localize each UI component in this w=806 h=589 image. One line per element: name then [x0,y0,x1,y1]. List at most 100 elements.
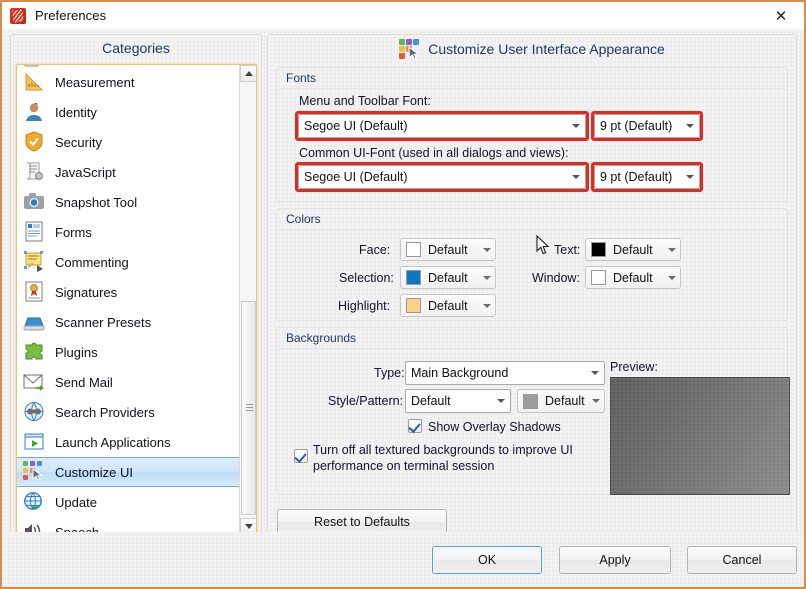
show-overlay-shadows-checkbox[interactable] [408,419,422,433]
sidebar-item-identity[interactable]: Identity [17,97,239,127]
backgrounds-group: Backgrounds Type: Main Background Style/… [276,327,790,495]
scroll-up-button[interactable] [240,65,256,82]
sidebar-item-update[interactable]: Update [17,487,239,517]
sidebar-item-label: Security [55,134,102,150]
menu-font-value: Segoe UI (Default) [304,119,408,133]
chevron-down-icon[interactable] [567,115,585,137]
commenting-icon [23,251,47,273]
face-color-combo[interactable]: Default [400,238,496,261]
chevron-down-icon[interactable] [681,166,699,188]
identity-icon [23,101,47,123]
chevron-down-icon[interactable] [567,166,585,188]
window-label: Window: [532,271,580,285]
sidebar-item-label: Forms [55,224,92,240]
chevron-down-icon[interactable] [681,115,699,137]
sidebar-item-label: Update [55,494,97,510]
menu-font-combo[interactable]: Segoe UI (Default) [298,114,586,138]
style-pattern-value: Default [411,394,451,408]
forms-icon [23,221,47,243]
fonts-group: Fonts Menu and Toolbar Font: Segoe UI (D… [276,67,788,202]
menu-font-size-combo[interactable]: 9 pt (Default) [594,114,700,138]
chevron-down-icon[interactable] [478,275,495,280]
convert-from-pdf-icon [23,65,47,70]
turn-off-textured-backgrounds-label: Turn off all textured backgrounds to imp… [313,443,573,473]
categories-list: Convert from PDF Measurement Identity [17,65,239,535]
style-pattern-color-value: Default [545,394,585,408]
window-color-combo[interactable]: Default [585,266,681,289]
page-title: Customize User Interface Appearance [428,41,665,57]
cancel-button[interactable]: Cancel [687,546,797,574]
highlight-color-swatch [406,298,421,313]
highlight-color-combo[interactable]: Default [400,294,496,317]
sidebar-item-snapshot-tool[interactable]: Snapshot Tool [17,187,239,217]
chevron-down-icon[interactable] [587,399,604,403]
sidebar-item-label: Measurement [55,74,135,90]
highlight-label: Highlight: [338,299,391,313]
sidebar-item-label: Launch Applications [55,434,171,450]
apply-button[interactable]: Apply [559,546,671,574]
sidebar-item-scanner-presets[interactable]: Scanner Presets [17,307,239,337]
sidebar-item-label: Convert from PDF [55,65,160,67]
preview-label: Preview: [610,360,658,374]
face-label: Face: [359,243,391,257]
background-type-combo[interactable]: Main Background [405,361,605,385]
background-preview [610,377,790,495]
common-font-combo[interactable]: Segoe UI (Default) [298,165,586,189]
turn-off-textured-backgrounds-checkbox[interactable] [294,449,308,463]
camera-icon [23,191,47,213]
face-color-value: Default [428,242,468,257]
dialog-footer: OK Apply Cancel [2,532,804,587]
close-icon[interactable]: ✕ [758,2,804,29]
menu-font-size-value: 9 pt (Default) [600,119,673,133]
common-font-size-combo[interactable]: 9 pt (Default) [594,165,700,189]
pdf-app-icon [9,7,27,25]
style-pattern-combo[interactable]: Default [405,389,511,413]
sidebar-item-customize-ui[interactable]: Customize UI [17,457,239,487]
window-color-value: Default [613,270,653,285]
common-font-size-value: 9 pt (Default) [600,170,673,184]
style-pattern-color-swatch [523,393,538,409]
style-pattern-label: Style/Pattern: [328,394,404,408]
categories-listbox[interactable]: Convert from PDF Measurement Identity [16,64,257,536]
sidebar-item-label: Send Mail [55,374,113,390]
selection-color-combo[interactable]: Default [400,266,496,289]
launch-app-icon [23,431,47,453]
sidebar-item-label: Commenting [55,254,129,270]
fonts-group-title: Fonts [286,71,317,85]
chevron-down-icon[interactable] [586,362,604,384]
colors-group: Colors Face: Default Selection: Default … [276,208,788,321]
envelope-icon [23,371,47,393]
sidebar-item-send-mail[interactable]: Send Mail [17,367,239,397]
signatures-icon [23,281,47,303]
selection-color-swatch [406,270,421,285]
sidebar-item-signatures[interactable]: Signatures [17,277,239,307]
sidebar-item-javascript[interactable]: JavaScript [17,157,239,187]
common-font-label: Common UI-Font (used in all dialogs and … [299,146,569,160]
sidebar-item-commenting[interactable]: Commenting [17,247,239,277]
sidebar-item-label: Identity [55,104,97,120]
backgrounds-group-title: Backgrounds [286,331,357,345]
sidebar-item-plugins[interactable]: Plugins [17,337,239,367]
javascript-icon [23,161,47,183]
chevron-down-icon[interactable] [492,390,510,412]
binoculars-globe-icon [23,401,47,423]
chevron-down-icon[interactable] [478,247,495,252]
chevron-down-icon[interactable] [478,303,495,308]
style-pattern-color-combo[interactable]: Default [517,389,605,413]
sidebar-item-search-providers[interactable]: Search Providers [17,397,239,427]
chevron-down-icon[interactable] [663,275,680,280]
sidebar-item-security[interactable]: Security [17,127,239,157]
sidebar-item-label: Scanner Presets [55,314,152,330]
sidebar-item-forms[interactable]: Forms [17,217,239,247]
categories-scrollbar[interactable] [239,65,256,535]
type-label: Type: [374,366,405,380]
sidebar-item-measurement[interactable]: Measurement [17,67,239,97]
ok-button[interactable]: OK [432,546,542,574]
customize-ui-grid-icon [399,39,420,60]
chevron-down-icon[interactable] [663,247,680,252]
text-color-combo[interactable]: Default [585,238,681,261]
sidebar-item-label: Signatures [55,284,118,300]
sidebar-item-launch-applications[interactable]: Launch Applications [17,427,239,457]
scrollbar-thumb[interactable] [241,301,256,515]
customize-ui-grid-icon [23,461,47,483]
